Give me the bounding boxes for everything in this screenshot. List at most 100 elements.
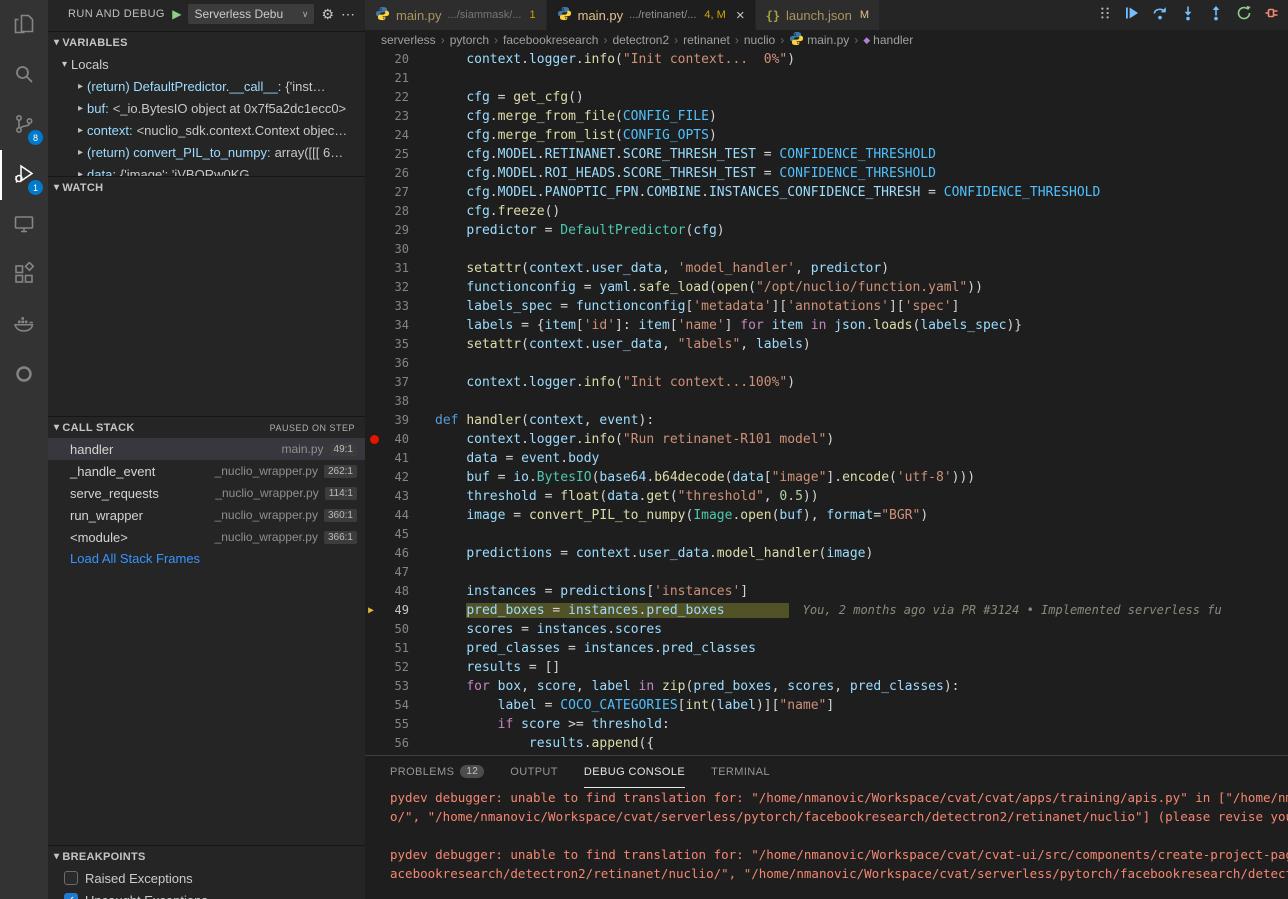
- watch-section-header[interactable]: ▾ WATCH: [48, 176, 365, 198]
- call-stack-section-header[interactable]: ▾ CALL STACK PAUSED ON STEP: [48, 416, 365, 438]
- code-line: 37 context.logger.info("Init context...1…: [365, 373, 1288, 392]
- panel-tab-terminal[interactable]: TERMINAL: [711, 756, 770, 788]
- line-number[interactable]: 53: [365, 677, 409, 696]
- line-number[interactable]: 30: [365, 240, 409, 259]
- stack-frame[interactable]: handlermain.py49:1: [48, 438, 365, 460]
- activity-docker[interactable]: [0, 300, 48, 350]
- editor-tab-1[interactable]: main.py.../siammask/...1: [365, 0, 547, 30]
- close-icon[interactable]: ×: [736, 7, 745, 24]
- breakpoint-option[interactable]: ✓Uncaught Exceptions: [48, 889, 365, 899]
- activity-remote-explorer[interactable]: [0, 200, 48, 250]
- activity-source-control[interactable]: 8: [0, 100, 48, 150]
- line-number[interactable]: 26: [365, 164, 409, 183]
- line-number[interactable]: 55: [365, 715, 409, 734]
- debug-config-dropdown[interactable]: Serverless Debu ∨: [188, 4, 314, 24]
- breakpoints-section-header[interactable]: ▾ BREAKPOINTS: [48, 845, 365, 867]
- variables-section-header[interactable]: ▾ VARIABLES: [48, 31, 365, 53]
- line-number[interactable]: 42: [365, 468, 409, 487]
- variable-row[interactable]: ▸buf: <_io.BytesIO object at 0x7f5a2dc1e…: [48, 97, 365, 119]
- line-number[interactable]: 25: [365, 145, 409, 164]
- stack-frame[interactable]: _handle_event_nuclio_wrapper.py262:1: [48, 460, 365, 482]
- activity-extensions[interactable]: [0, 250, 48, 300]
- line-number[interactable]: 23: [365, 107, 409, 126]
- sidebar-title-bar: RUN AND DEBUG ▶ Serverless Debu ∨ ⚙ ⋯: [48, 0, 365, 28]
- debug-continue-button[interactable]: [1124, 5, 1140, 24]
- line-number[interactable]: 47: [365, 563, 409, 582]
- line-number[interactable]: 22: [365, 88, 409, 107]
- line-number[interactable]: 51: [365, 639, 409, 658]
- chevron-collapsed-icon: ▸: [78, 103, 83, 114]
- line-number[interactable]: 46: [365, 544, 409, 563]
- json-file-icon: {}: [766, 8, 780, 23]
- checkbox-unchecked[interactable]: ✓: [64, 871, 78, 885]
- debug-toolbar: [1098, 5, 1280, 24]
- variable-row[interactable]: ▸(return) convert_PIL_to_numpy: array([[…: [48, 141, 365, 163]
- breadcrumb-item[interactable]: nuclio: [744, 33, 775, 47]
- debug-restart-button[interactable]: [1236, 5, 1252, 24]
- tab-path: .../siammask/...: [448, 9, 522, 21]
- line-number[interactable]: 39: [365, 411, 409, 430]
- panel-tab-output[interactable]: OUTPUT: [510, 756, 558, 788]
- debug-grip-button[interactable]: [1098, 6, 1112, 23]
- line-number[interactable]: 52: [365, 658, 409, 677]
- checkbox-checked[interactable]: ✓: [64, 893, 78, 899]
- line-number[interactable]: 45: [365, 525, 409, 544]
- line-number[interactable]: 33: [365, 297, 409, 316]
- more-actions-icon[interactable]: ⋯: [341, 6, 355, 23]
- stack-frame[interactable]: serve_requests_nuclio_wrapper.py114:1: [48, 482, 365, 504]
- variable-row[interactable]: ▸(return) DefaultPredictor.__call__: {'i…: [48, 75, 365, 97]
- activity-search[interactable]: [0, 50, 48, 100]
- breadcrumb-item[interactable]: serverless: [381, 33, 436, 47]
- activity-explorer[interactable]: [0, 0, 48, 50]
- panel-tab-problems[interactable]: PROBLEMS12: [390, 756, 484, 788]
- line-number[interactable]: 38: [365, 392, 409, 411]
- code-line: 43 threshold = float(data.get("threshold…: [365, 487, 1288, 506]
- line-number[interactable]: 34: [365, 316, 409, 335]
- code-text: scores = instances.scores: [435, 620, 662, 639]
- code-text: cfg.merge_from_list(CONFIG_OPTS): [435, 126, 717, 145]
- line-number[interactable]: 56: [365, 734, 409, 753]
- breadcrumb-item[interactable]: pytorch: [450, 33, 489, 47]
- line-number[interactable]: 24: [365, 126, 409, 145]
- load-all-stack-frames-link[interactable]: Load All Stack Frames: [48, 548, 365, 568]
- line-number[interactable]: 21: [365, 69, 409, 88]
- breakpoint-icon[interactable]: [370, 435, 379, 444]
- line-number[interactable]: 27: [365, 183, 409, 202]
- panel-tab-debug-console[interactable]: DEBUG CONSOLE: [584, 756, 685, 788]
- breadcrumb-item[interactable]: main.py: [789, 31, 849, 49]
- debug-start-button[interactable]: ▶: [172, 7, 181, 21]
- activity-run-and-debug[interactable]: 1: [0, 150, 48, 200]
- stack-frame[interactable]: <module>_nuclio_wrapper.py366:1: [48, 526, 365, 548]
- editor-tab-3[interactable]: {}launch.jsonM: [756, 0, 880, 30]
- breadcrumb-item[interactable]: detectron2: [612, 33, 669, 47]
- debug-step-into-button[interactable]: [1180, 5, 1196, 24]
- line-number[interactable]: 54: [365, 696, 409, 715]
- line-number[interactable]: 29: [365, 221, 409, 240]
- line-number[interactable]: 50: [365, 620, 409, 639]
- breadcrumb-item[interactable]: facebookresearch: [503, 33, 598, 47]
- scope-locals[interactable]: ▾ Locals: [48, 53, 365, 75]
- line-number[interactable]: 48: [365, 582, 409, 601]
- line-number[interactable]: 43: [365, 487, 409, 506]
- line-number[interactable]: 28: [365, 202, 409, 221]
- breakpoint-option[interactable]: ✓Raised Exceptions: [48, 867, 365, 889]
- line-number[interactable]: 32: [365, 278, 409, 297]
- chevron-separator-icon: ›: [603, 33, 607, 47]
- debug-step-over-button[interactable]: [1152, 5, 1168, 24]
- line-number[interactable]: 44: [365, 506, 409, 525]
- editor-tab-2[interactable]: main.py.../retinanet/...4, M×: [547, 0, 756, 30]
- debug-step-out-button[interactable]: [1208, 5, 1224, 24]
- line-number[interactable]: 37: [365, 373, 409, 392]
- gear-icon[interactable]: ⚙: [321, 6, 334, 23]
- line-number[interactable]: 36: [365, 354, 409, 373]
- line-number[interactable]: 31: [365, 259, 409, 278]
- activity-tool-circle[interactable]: [0, 350, 48, 400]
- line-number[interactable]: 20: [365, 50, 409, 69]
- line-number[interactable]: 35: [365, 335, 409, 354]
- breadcrumb-item[interactable]: ◆handler: [863, 33, 913, 47]
- debug-disconnect-button[interactable]: [1264, 5, 1280, 24]
- variable-row[interactable]: ▸context: <nuclio_sdk.context.Context ob…: [48, 119, 365, 141]
- breadcrumb-item[interactable]: retinanet: [683, 33, 730, 47]
- stack-frame[interactable]: run_wrapper_nuclio_wrapper.py360:1: [48, 504, 365, 526]
- line-number[interactable]: 41: [365, 449, 409, 468]
